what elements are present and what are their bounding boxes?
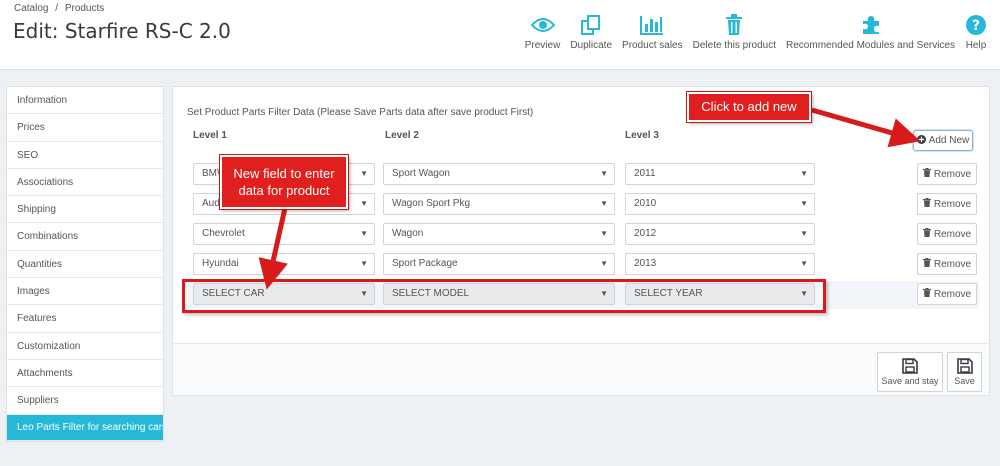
arrow-to-new-field: [258, 207, 288, 290]
arrow-to-add-new: [811, 107, 921, 148]
new-field-callout: New field to enter data for product: [219, 154, 349, 210]
add-new-callout: Click to add new: [686, 91, 812, 123]
annotation-arrows: [258, 107, 921, 290]
